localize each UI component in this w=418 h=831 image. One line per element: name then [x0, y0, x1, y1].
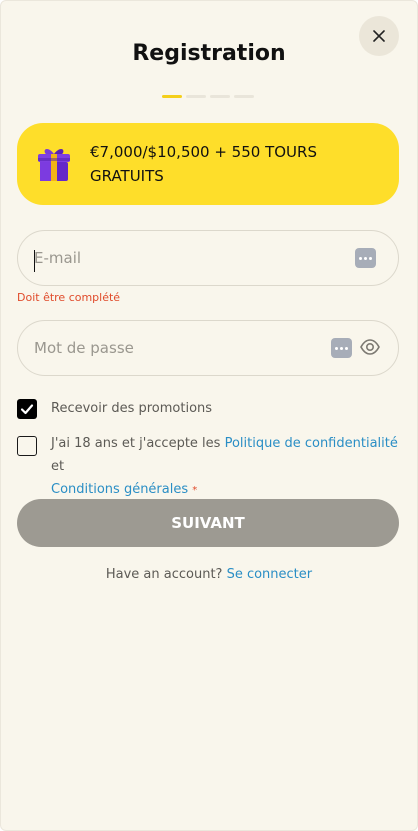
required-mark: *	[192, 485, 198, 496]
terms-text-and: et	[51, 459, 65, 474]
terms-checkbox[interactable]	[17, 436, 37, 456]
eye-icon[interactable]	[359, 337, 381, 357]
welcome-bonus-banner: €7,000/$10,500 + 550 TOURS GRATUITS	[17, 123, 399, 205]
check-icon	[20, 404, 34, 415]
bonus-text: €7,000/$10,500 + 550 TOURS GRATUITS	[90, 143, 317, 185]
modal-title: Registration	[132, 41, 286, 66]
signin-prompt: Have an account? Se connecter	[1, 567, 417, 582]
promotions-checkbox[interactable]	[17, 399, 37, 419]
text-caret	[34, 250, 35, 272]
submit-button[interactable]: SUIVANT	[17, 499, 399, 547]
password-field[interactable]	[17, 320, 399, 376]
signin-link[interactable]: Se connecter	[227, 567, 313, 582]
terms-conditions-link[interactable]: Conditions générales	[51, 482, 188, 497]
email-input[interactable]	[34, 231, 334, 285]
terms-text-prefix: J'ai 18 ans et j'accepte les	[51, 436, 225, 451]
step-4	[234, 95, 254, 98]
registration-modal: Registration €7,000/$10,500 + 550 TOURS …	[0, 0, 418, 831]
password-manager-icon[interactable]	[331, 338, 352, 358]
step-2	[186, 95, 206, 98]
gift-icon	[38, 149, 70, 181]
email-error: Doit être complété	[17, 291, 121, 304]
signin-text: Have an account?	[105, 567, 227, 582]
promotions-label: Recevoir des promotions	[51, 401, 213, 416]
step-1	[162, 95, 182, 98]
password-manager-icon[interactable]	[355, 248, 376, 268]
terms-label: J'ai 18 ans et j'accepte les Politique d…	[51, 432, 401, 502]
password-input[interactable]	[34, 321, 334, 375]
step-3	[210, 95, 230, 98]
privacy-policy-link[interactable]: Politique de confidentialité	[225, 436, 398, 451]
step-indicator	[162, 95, 254, 98]
email-field[interactable]	[17, 230, 399, 286]
